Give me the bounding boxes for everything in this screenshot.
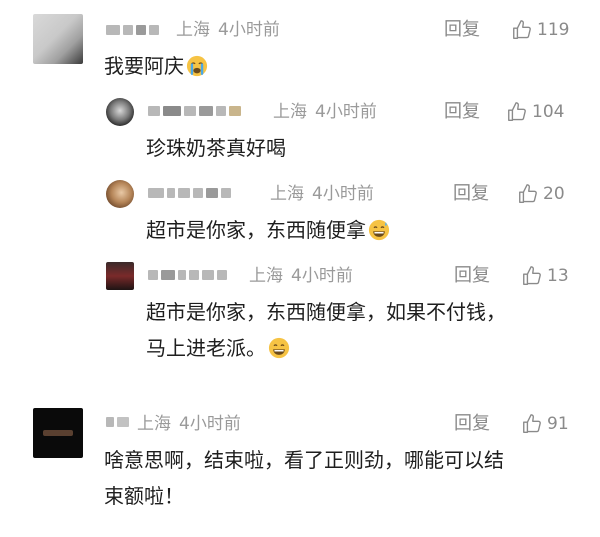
location-label: 上海 (176, 20, 210, 40)
location-label: 上海 (273, 102, 307, 122)
thumbs-up-icon (519, 184, 537, 203)
avatar[interactable] (33, 408, 83, 458)
grinning-sweat-icon (368, 219, 390, 241)
time-label: 4小时前 (218, 20, 280, 40)
like-count: 104 (532, 102, 565, 122)
like-button[interactable]: 104 (506, 101, 564, 123)
comment-meta: 上海 4小时前 (270, 184, 374, 204)
crying-face-icon (186, 55, 208, 77)
avatar[interactable] (106, 262, 134, 290)
comment-meta: 上海 4小时前 (176, 20, 280, 40)
like-count: 20 (543, 184, 565, 204)
reply-button[interactable]: 回复 (454, 414, 490, 434)
thumbs-up-icon (523, 266, 541, 285)
like-button[interactable]: 119 (511, 19, 569, 41)
grinning-face-icon (268, 337, 290, 359)
thumbs-up-icon (523, 414, 541, 433)
comment-text-line-2: 束额啦！ (104, 484, 184, 508)
time-label: 4小时前 (291, 266, 353, 286)
like-button[interactable]: 91 (521, 413, 569, 435)
like-count: 119 (537, 20, 570, 40)
avatar[interactable] (106, 98, 134, 126)
reply-button[interactable]: 回复 (454, 266, 490, 286)
username-pixelated[interactable] (106, 414, 129, 430)
reply-button[interactable]: 回复 (453, 184, 489, 204)
username-pixelated[interactable] (148, 267, 227, 283)
time-label: 4小时前 (312, 184, 374, 204)
reply-button[interactable]: 回复 (444, 20, 480, 40)
username-pixelated[interactable] (148, 103, 241, 119)
comment-meta: 上海 4小时前 (137, 414, 241, 434)
reply-button[interactable]: 回复 (444, 102, 480, 122)
location-label: 上海 (249, 266, 283, 286)
avatar[interactable] (106, 180, 134, 208)
reply-text-line-1: 超市是你家，东西随便拿，如果不付钱， (146, 300, 506, 324)
time-label: 4小时前 (179, 414, 241, 434)
thumbs-up-icon (513, 20, 531, 39)
comment-text-line-1: 啥意思啊，结束啦，看了正则劲，哪能可以结 (104, 448, 504, 472)
comment-meta: 上海 4小时前 (249, 266, 353, 286)
comment-meta: 上海 4小时前 (273, 102, 377, 122)
thumbs-up-icon (508, 102, 526, 121)
time-label: 4小时前 (315, 102, 377, 122)
reply-text: 超市是你家，东西随便拿 (146, 212, 390, 248)
username-pixelated[interactable] (106, 22, 159, 38)
location-label: 上海 (137, 414, 171, 434)
like-count: 13 (547, 266, 569, 286)
reply-text: 珍珠奶茶真好喝 (146, 136, 286, 160)
reply-text-line-2: 马上进老派。 (146, 330, 290, 366)
like-count: 91 (547, 414, 569, 434)
username-pixelated[interactable] (148, 185, 231, 201)
like-button[interactable]: 20 (517, 183, 565, 205)
comment-text: 我要阿庆 (104, 48, 208, 84)
location-label: 上海 (270, 184, 304, 204)
avatar[interactable] (33, 14, 83, 64)
like-button[interactable]: 13 (521, 265, 569, 287)
